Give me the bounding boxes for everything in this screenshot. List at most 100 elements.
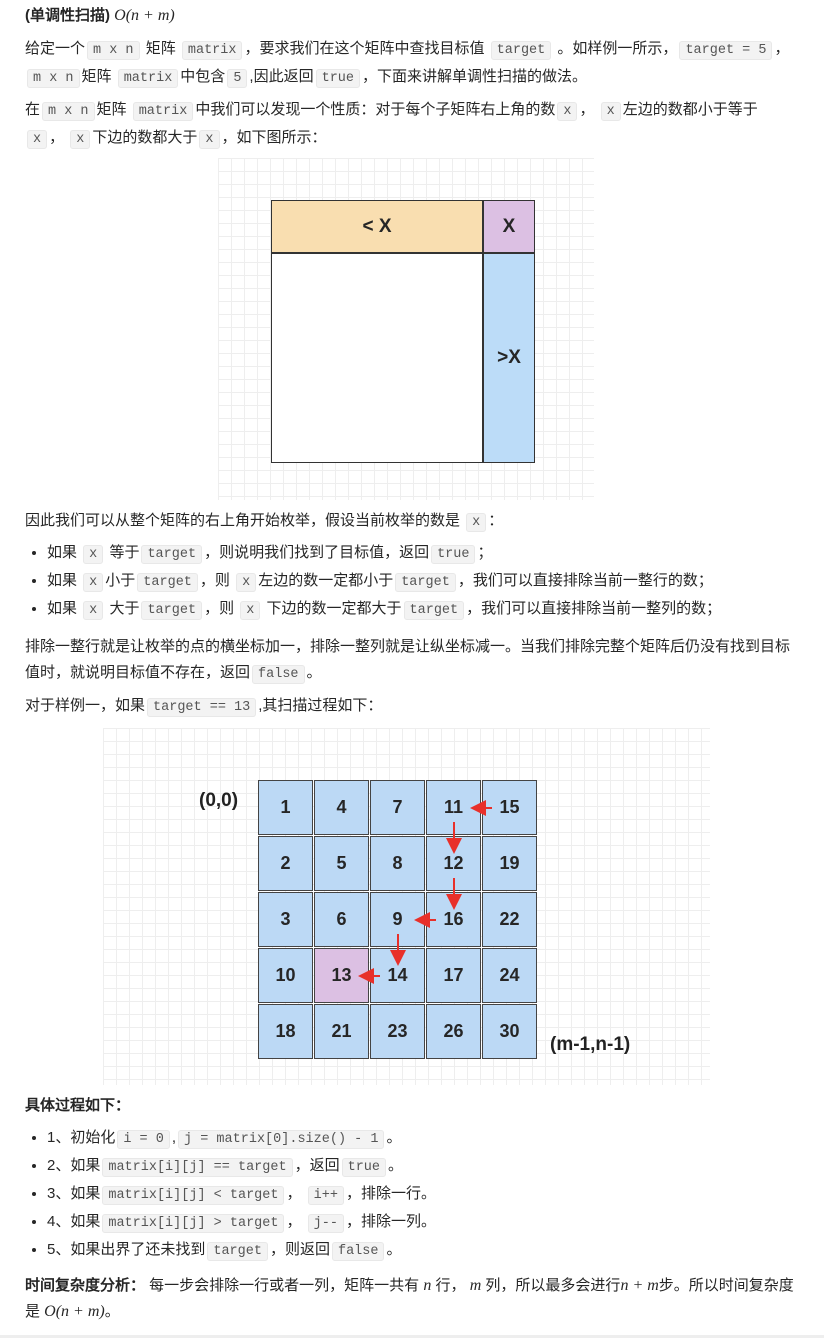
inline-code: false [331, 1242, 385, 1261]
inline-code: matrix [132, 102, 194, 121]
text: 对于样例一，如果 [25, 697, 146, 714]
steps-list: 1、初始化i = 0,j = matrix[0].size() - 1。 2、如果… [25, 1125, 824, 1265]
text: 矩阵 [96, 101, 131, 118]
text: 在 [25, 101, 41, 118]
text: 。 [386, 1241, 402, 1258]
text: 列，所以最多会进行 [481, 1277, 621, 1294]
text: ，下面来讲解单调性扫描的做法。 [362, 68, 588, 85]
inline-code: true [431, 545, 476, 564]
title-label: (单调性扫描) [25, 7, 110, 24]
text: , [171, 1129, 177, 1146]
inline-code: x [83, 601, 104, 620]
text: 。 [388, 1157, 404, 1174]
text: ，则返回 [269, 1241, 330, 1258]
text: 大于 [105, 600, 140, 617]
inline-code: x [466, 513, 487, 532]
inline-code: matrix[i][j] < target [102, 1186, 285, 1205]
inline-code: m x n [42, 102, 95, 121]
inline-code: x [83, 545, 104, 564]
text: 中我们可以发现一个性质：对于每个子矩阵右上角的数 [195, 101, 556, 118]
text: 下边的数都大于 [92, 129, 198, 146]
text: 矩阵 [81, 68, 116, 85]
list-item: 如果 x 等于target，则说明我们找到了目标值，返回true； [47, 540, 824, 568]
text: ，排除一列。 [345, 1213, 436, 1230]
text: 左边的数一定都小于 [258, 572, 394, 589]
inline-code: j-- [307, 1214, 344, 1233]
inline-code: x [600, 102, 621, 121]
inline-code: x [236, 573, 257, 592]
below-region: >X [483, 253, 535, 463]
inline-math: m [469, 1277, 482, 1294]
inline-code: m x n [27, 69, 80, 88]
list-item: 5、如果出界了还未找到target，则返回false。 [47, 1237, 824, 1265]
text: ,因此返回 [249, 68, 314, 85]
inline-code: matrix [181, 41, 243, 60]
text: ， [49, 129, 69, 146]
inline-code: 5 [227, 69, 248, 88]
text: 小于 [105, 572, 136, 589]
inline-code: target [207, 1242, 268, 1261]
text: 行， [431, 1277, 470, 1294]
text: ,其扫描过程如下： [258, 697, 383, 714]
text: 。如样例一所示， [553, 40, 678, 57]
list-item: 如果 x 大于target，则 x 下边的数一定都大于target，我们可以直接… [47, 596, 824, 624]
rules-list: 如果 x 等于target，则说明我们找到了目标值，返回true；如果 x小于t… [25, 540, 824, 624]
text: ，我们可以直接排除当前一整列的数； [466, 600, 722, 617]
text: 。 [104, 1303, 120, 1320]
inline-code: x [199, 130, 220, 149]
text: 3、如果 [47, 1185, 101, 1202]
text: ，排除一行。 [345, 1185, 436, 1202]
inline-code: i++ [307, 1186, 344, 1205]
text: 5、如果出界了还未找到 [47, 1241, 206, 1258]
text: 2、如果 [47, 1157, 101, 1174]
text: ， [579, 101, 599, 118]
list-item: 如果 x小于target，则 x左边的数一定都小于target，我们可以直接排除… [47, 568, 824, 596]
inline-code: target [490, 41, 552, 60]
inline-code: m x n [87, 41, 140, 60]
text: ，则 [199, 572, 235, 589]
text: ，则说明我们找到了目标值，返回 [204, 544, 430, 561]
text: 等于 [105, 544, 140, 561]
inline-code: i = 0 [117, 1130, 170, 1149]
list-item: 4、如果matrix[i][j] > target， j--，排除一列。 [47, 1209, 824, 1237]
process-heading: 具体过程如下： [25, 1097, 131, 1114]
inline-code: x [70, 130, 91, 149]
para-property: 在m x n 矩阵 matrix 中我们可以发现一个性质：对于每个子矩阵右上角的数 x… [25, 97, 795, 153]
inline-code: target = 5 [679, 41, 773, 60]
list-item: 1、初始化i = 0,j = matrix[0].size() - 1。 [47, 1125, 824, 1153]
text: ； [477, 544, 493, 561]
text: 如果 [47, 572, 82, 589]
inline-code: target [403, 601, 465, 620]
left-region: < X [271, 200, 483, 253]
text: 。 [306, 664, 322, 681]
inline-code: true [315, 69, 360, 88]
list-item: 3、如果matrix[i][j] < target， i++，排除一行。 [47, 1181, 824, 1209]
inline-code: x [240, 601, 261, 620]
property-diagram: < X X >X [218, 158, 594, 500]
inline-code: x [557, 102, 578, 121]
text: 给定一个 [25, 40, 86, 57]
text: ，我们可以直接排除当前一整行的数； [457, 572, 713, 589]
text: 如果 [47, 544, 82, 561]
para-example: 对于样例一，如果 target == 13 ,其扫描过程如下： [25, 693, 382, 721]
para-start: 因此我们可以从整个矩阵的右上角开始枚举，假设当前枚举的数是 x： [25, 508, 503, 536]
text: 中包含 [180, 68, 226, 85]
text: ， [286, 1213, 306, 1230]
text: 矩阵 [141, 40, 180, 57]
text: 排除一整行就是让枚举的点的横坐标加一，排除一整列就是让纵坐标减一。当我们排除完整… [25, 638, 791, 681]
inline-code: x [83, 573, 104, 592]
inline-code: target [141, 601, 203, 620]
bold-label: 时间复杂度分析： [25, 1277, 146, 1294]
text: 1、初始化 [47, 1129, 116, 1146]
text: ， [286, 1185, 306, 1202]
inline-code: true [341, 1158, 386, 1177]
text: ，要求我们在这个矩阵中查找目标值 [244, 40, 489, 57]
section-title: (单调性扫描) O(n + m) [25, 3, 175, 29]
inline-code: matrix[i][j] == target [102, 1158, 293, 1177]
text: ，返回 [294, 1157, 340, 1174]
inline-code: target [137, 573, 198, 592]
text: ： [488, 512, 504, 529]
inline-code: false [252, 665, 305, 684]
text: 左边的数都小于等于 [622, 101, 758, 118]
text: 4、如果 [47, 1213, 101, 1230]
